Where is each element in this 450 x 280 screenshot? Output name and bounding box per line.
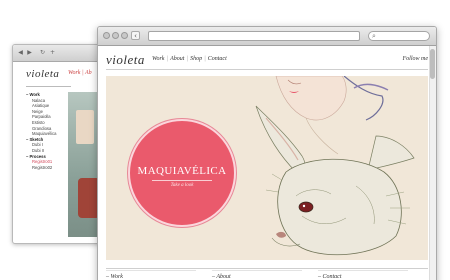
reload-icon[interactable]: ↻ — [39, 50, 46, 56]
back-arrow-icon[interactable]: ◀ — [17, 50, 24, 56]
nav-separator: | — [186, 56, 189, 62]
sidebar-menu: – Work Nalaca Asiatique Neige Parpaiolla Esti… — [26, 92, 56, 170]
follow-me-link[interactable]: Follow me — [403, 56, 429, 62]
close-window-icon[interactable] — [103, 32, 110, 39]
take-a-look-link[interactable]: Take a look — [130, 183, 234, 188]
nav-about-link[interactable]: About — [170, 56, 184, 62]
site-logo[interactable]: violeta — [106, 52, 145, 68]
footer-divider — [106, 268, 428, 269]
footer-contact-heading[interactable]: – Contact — [318, 274, 342, 280]
top-navigation: Work | About | Shop | Contact — [152, 56, 227, 62]
nav-work-link[interactable]: Work — [152, 56, 164, 62]
lamp-shape — [76, 110, 94, 144]
search-field[interactable]: ⌕ — [368, 31, 430, 41]
foreground-browser-window: ‹ › ⌕ violeta Work|About|Shop|Contact Fo… — [97, 26, 437, 280]
column-rule — [212, 270, 302, 271]
site-logo[interactable]: violeta — [26, 68, 59, 80]
back-arrow-icon[interactable]: ‹ — [131, 31, 140, 40]
project-feature-circle[interactable]: MAQUIAVÉLICA Take a look — [128, 119, 236, 227]
nav-separator: | — [204, 56, 206, 62]
forward-arrow-icon[interactable]: ▶ — [26, 50, 33, 56]
url-bar[interactable] — [148, 31, 360, 41]
column-rule — [318, 270, 408, 271]
project-title: MAQUIAVÉLICA — [137, 165, 227, 177]
hero-banner[interactable]: MAQUIAVÉLICA Take a look — [106, 76, 428, 260]
divider — [26, 86, 71, 87]
nav-separator: | — [166, 56, 169, 62]
vertical-scrollbar[interactable] — [429, 46, 436, 280]
search-icon: ⌕ — [372, 32, 376, 40]
website-page: violeta Work | About | Shop | Contact Follow m… — [98, 46, 436, 280]
footer-about-heading[interactable]: – About — [212, 274, 231, 280]
header-divider — [106, 69, 428, 70]
browser-toolbar: ‹ › ⌕ — [98, 27, 436, 46]
sidebar-item[interactable]: Registro02 — [26, 165, 56, 171]
scrollbar-thumb[interactable] — [430, 49, 435, 79]
minimize-window-icon[interactable] — [112, 32, 119, 39]
zoom-window-icon[interactable] — [121, 32, 128, 39]
nav-shop-link[interactable]: Shop — [190, 56, 202, 62]
column-rule — [106, 270, 196, 271]
footer-work-heading[interactable]: – Work — [106, 274, 123, 280]
nav-contact-link[interactable]: Contact — [208, 56, 227, 62]
top-nav-partial[interactable]: Work | Ab — [68, 70, 92, 76]
title-rule — [152, 180, 212, 181]
add-icon[interactable]: + — [49, 50, 56, 56]
